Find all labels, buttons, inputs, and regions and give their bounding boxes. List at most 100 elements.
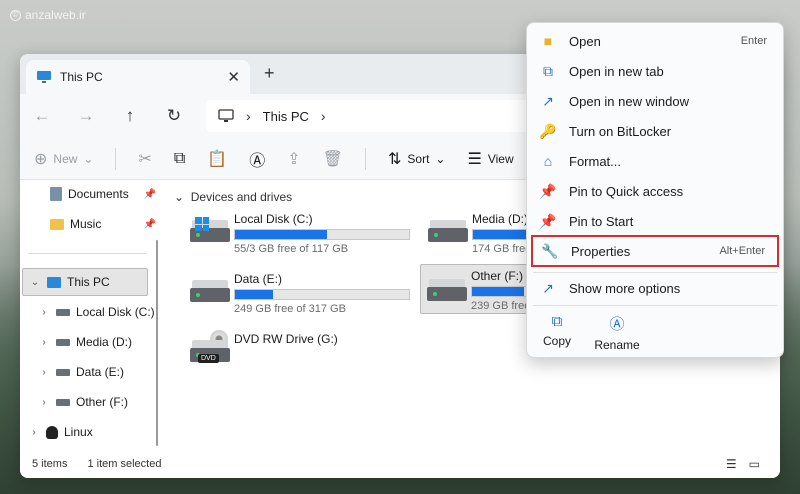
pin-icon[interactable]: 📌 [144, 189, 156, 200]
menu-item-open-new-window[interactable]: ↗ Open in new window [531, 87, 779, 115]
menu-item-open-new-tab[interactable]: ⧉ Open in new tab [531, 57, 779, 85]
sidebar-item-data[interactable]: › Data (E:) [20, 358, 160, 386]
rename-button[interactable]: Ⓐ [249, 147, 265, 171]
menu-item-bitlocker[interactable]: 🔑 Turn on BitLocker [531, 117, 779, 145]
divider [28, 253, 146, 254]
windows-logo-icon [195, 217, 209, 231]
sidebar-item-documents[interactable]: Documents 📌 [20, 180, 160, 208]
view-icon: ☰ [467, 150, 482, 168]
up-button[interactable]: ↑ [108, 106, 152, 126]
capacity-bar [234, 289, 410, 300]
chevron-right-icon[interactable]: › [38, 337, 50, 348]
pin-icon[interactable]: 📌 [144, 219, 156, 230]
context-copy-button[interactable]: ⧉ Copy [527, 313, 587, 348]
view-button[interactable]: ☰ View [467, 149, 513, 169]
copy-icon: ⧉ [173, 149, 186, 167]
menu-item-properties[interactable]: 🔧 Properties Alt+Enter [531, 235, 779, 267]
sort-button[interactable]: ⇅ Sort ⌄ [388, 149, 445, 169]
folder-icon: ■ [543, 33, 553, 49]
drive-icon [56, 398, 70, 406]
drive-icon [56, 338, 70, 346]
group-header[interactable]: ⌄ Devices and drives [174, 190, 292, 204]
monitor-icon [47, 276, 61, 288]
navigation-pane: Documents 📌 Music 📌 ⌄ This PC › Local Disk… [20, 180, 160, 450]
watermark-text: anzalweb.ir [25, 8, 86, 22]
copy-button[interactable]: ⧉ [174, 150, 185, 168]
chevron-right-icon[interactable]: › [38, 307, 50, 318]
details-view-icon[interactable]: ☰ [726, 457, 737, 471]
forward-button[interactable]: → [64, 106, 108, 126]
cut-button[interactable]: ✂ [138, 149, 151, 169]
copy-icon: ⧉ [551, 313, 563, 330]
menu-item-open[interactable]: ■ Open Enter [531, 27, 779, 55]
sort-icon: ⇅ [387, 150, 402, 168]
more-options-icon: ↗ [542, 279, 554, 296]
paste-button[interactable]: 📋 [207, 149, 227, 169]
item-count: 5 items [32, 458, 68, 470]
menu-item-format[interactable]: ⌂ Format... [531, 147, 779, 175]
trash-icon: 🗑 [322, 150, 343, 168]
bitlocker-icon: 🔑 [539, 122, 557, 139]
monitor-icon [37, 71, 51, 83]
chevron-right-icon[interactable]: › [38, 367, 50, 378]
drive-icon [427, 279, 467, 301]
divider [364, 147, 366, 170]
drive-icon [428, 220, 468, 242]
refresh-button[interactable]: ↻ [152, 106, 196, 126]
chevron-down-icon: ⌄ [83, 151, 94, 166]
menu-divider [533, 272, 777, 273]
close-icon[interactable]: ✕ [227, 68, 240, 86]
plus-icon[interactable]: + [264, 63, 275, 84]
drive-dvd-g[interactable]: DVD DVD RW Drive (G:) [184, 328, 416, 378]
sidebar-item-other[interactable]: › Other (F:) [20, 388, 160, 416]
new-tab-icon: ⧉ [543, 62, 553, 79]
rename-icon: Ⓐ [609, 316, 625, 333]
drive-local-disk-c[interactable]: Local Disk (C:) 55/3 GB free of 117 GB [184, 208, 416, 258]
selection-count: 1 item selected [87, 458, 162, 470]
share-button[interactable]: ⇪ [287, 149, 300, 169]
format-icon: ⌂ [543, 153, 553, 169]
drive-icon [190, 217, 230, 242]
capacity-bar [234, 229, 410, 240]
pin-icon: 📌 [539, 212, 557, 229]
share-icon: ⇪ [287, 150, 301, 168]
tab-title: This PC [60, 70, 103, 84]
breadcrumb-this-pc[interactable]: This PC [263, 109, 309, 124]
divider [115, 147, 117, 170]
breadcrumb-chevron[interactable]: › [321, 108, 326, 124]
drive-data-e[interactable]: Data (E:) 249 GB free of 317 GB [184, 268, 416, 318]
delete-button[interactable]: 🗑 [323, 149, 343, 169]
menu-item-show-more-options[interactable]: ↗ Show more options [531, 274, 779, 302]
watermark: © anzalweb.ir [10, 8, 86, 22]
menu-item-pin-start[interactable]: 📌 Pin to Start [531, 207, 779, 235]
context-menu: ■ Open Enter ⧉ Open in new tab ↗ Open in… [526, 22, 784, 358]
menu-item-pin-quick-access[interactable]: 📌 Pin to Quick access [531, 177, 779, 205]
breadcrumb-chevron[interactable]: › [246, 108, 251, 124]
sidebar-item-linux[interactable]: › Linux [20, 418, 160, 446]
drive-icon [56, 368, 70, 376]
menu-divider [533, 305, 777, 306]
scissors-icon: ✂ [138, 150, 152, 168]
tiles-view-icon[interactable]: ▭ [749, 457, 760, 471]
status-bar: 5 items 1 item selected ☰ ▭ [20, 450, 780, 478]
linux-penguin-icon [46, 425, 58, 439]
sidebar-scrollbar[interactable] [156, 240, 158, 446]
chevron-right-icon[interactable]: › [38, 397, 50, 408]
sidebar-item-music[interactable]: Music 📌 [20, 210, 160, 238]
chevron-down-icon[interactable]: ⌄ [29, 277, 41, 288]
chevron-down-icon: ⌄ [435, 151, 446, 166]
sidebar-item-local-disk[interactable]: › Local Disk (C:) [20, 298, 160, 326]
new-button[interactable]: ⊕ New ⌄ [34, 149, 93, 169]
new-window-icon: ↗ [542, 92, 554, 109]
sidebar-item-this-pc[interactable]: ⌄ This PC [22, 268, 148, 296]
back-button[interactable]: ← [20, 106, 64, 126]
drive-icon [190, 280, 230, 302]
pin-icon: 📌 [539, 182, 557, 199]
plus-circle-icon: ⊕ [34, 150, 48, 168]
context-rename-button[interactable]: Ⓐ Rename [587, 313, 647, 352]
chevron-right-icon[interactable]: › [28, 427, 40, 438]
music-folder-icon [50, 218, 64, 230]
copyright-icon: © [10, 9, 21, 21]
sidebar-item-media[interactable]: › Media (D:) [20, 328, 160, 356]
tab-this-pc[interactable]: This PC ✕ [26, 60, 250, 94]
